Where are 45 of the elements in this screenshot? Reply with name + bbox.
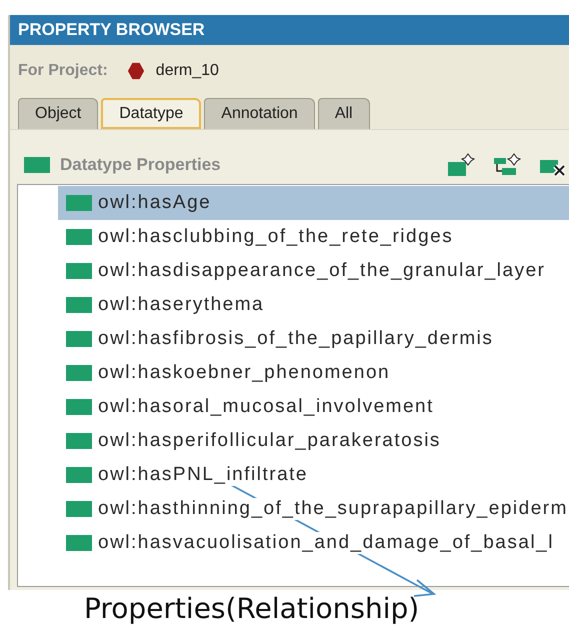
property-icon (66, 195, 92, 211)
property-row[interactable]: owl:hasvacuolisation_and_damage_of_basal_l (58, 526, 569, 560)
property-icon (24, 157, 50, 173)
property-name: owl:hasoral_mucosal_involvement (98, 396, 434, 418)
property-row[interactable]: owl:haskoebner_phenomenon (58, 356, 569, 390)
property-icon (66, 399, 92, 415)
property-name: owl:hasthinning_of_the_suprapapillary_epiderm (98, 498, 568, 520)
add-subproperty-icon[interactable] (493, 153, 521, 177)
property-name: owl:hasPNL_infiltrate (98, 464, 308, 486)
add-property-icon[interactable] (447, 153, 475, 177)
hexagon-icon (126, 62, 146, 80)
project-label: For Project: (18, 62, 108, 80)
property-icon (66, 467, 92, 483)
property-row[interactable]: owl:hasdisappearance_of_the_granular_layer (58, 254, 569, 288)
tab[interactable]: Datatype (101, 98, 202, 129)
property-icon (66, 331, 92, 347)
section-title: Datatype Properties (60, 155, 221, 175)
tab[interactable]: Object (18, 98, 98, 129)
property-name: owl:hasdisappearance_of_the_granular_layer (98, 260, 546, 282)
property-icon (66, 263, 92, 279)
property-row[interactable]: owl:hasAge (58, 186, 569, 220)
property-row[interactable]: owl:hasoral_mucosal_involvement (58, 390, 569, 424)
property-icon (66, 535, 92, 551)
property-name: owl:haserythema (98, 294, 264, 316)
property-icon (66, 297, 92, 313)
property-icon (66, 365, 92, 381)
property-icon (66, 501, 92, 517)
tab[interactable]: Annotation (204, 98, 315, 129)
window-title: PROPERTY BROWSER (10, 15, 569, 45)
property-name: owl:hasclubbing_of_the_rete_ridges (98, 226, 454, 248)
property-row[interactable]: owl:hasclubbing_of_the_rete_ridges (58, 220, 569, 254)
property-name: owl:haskoebner_phenomenon (98, 362, 390, 384)
tab[interactable]: All (318, 98, 370, 129)
property-name: owl:hasvacuolisation_and_damage_of_basal_l (98, 532, 554, 554)
property-name: owl:hasperifollicular_parakeratosis (98, 430, 441, 452)
property-row[interactable]: owl:hasPNL_infiltrate (58, 458, 569, 492)
property-row[interactable]: owl:hasthinning_of_the_suprapapillary_epiderm (58, 492, 569, 526)
project-name: derm_10 (156, 62, 219, 80)
property-row[interactable]: owl:haserythema (58, 288, 569, 322)
property-icon (66, 433, 92, 449)
property-icon (66, 229, 92, 245)
property-row[interactable]: owl:hasperifollicular_parakeratosis (58, 424, 569, 458)
property-name: owl:hasAge (98, 192, 212, 214)
property-name: owl:hasfibrosis_of_the_papillary_dermis (98, 328, 494, 350)
property-row[interactable]: owl:hasfibrosis_of_the_papillary_dermis (58, 322, 569, 356)
